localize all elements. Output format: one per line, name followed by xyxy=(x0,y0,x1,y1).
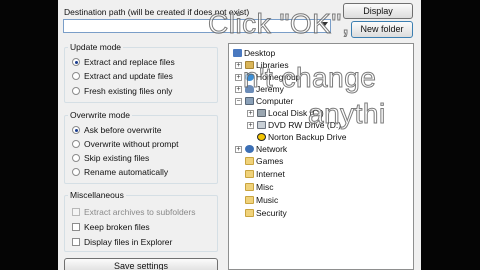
radio-ask-before-overwrite[interactable]: Ask before overwrite xyxy=(72,125,161,136)
update-mode-title: Update mode xyxy=(68,42,124,52)
tree-item-computer[interactable]: Computer xyxy=(245,96,293,107)
checkbox-display-in-explorer[interactable]: Display files in Explorer xyxy=(72,237,172,248)
tree-item-label: Games xyxy=(256,156,284,166)
tree-item-internet[interactable]: Internet xyxy=(245,169,285,180)
library-icon xyxy=(245,61,254,69)
radio-fresh-existing[interactable]: Fresh existing files only xyxy=(72,86,172,97)
expand-icon[interactable]: + xyxy=(247,122,254,129)
miscellaneous-title: Miscellaneous xyxy=(68,190,126,200)
checkbox-icon[interactable] xyxy=(72,223,80,231)
tree-item-local-disk[interactable]: Local Disk (C:) xyxy=(257,108,324,119)
dvd-icon xyxy=(257,121,266,129)
checkbox-label: Extract archives to subfolders xyxy=(84,207,196,217)
tree-item-label: Security xyxy=(256,208,287,218)
checkbox-icon[interactable] xyxy=(72,238,80,246)
radio-label: Skip existing files xyxy=(84,153,150,163)
extraction-dialog: Destination path (will be created if doe… xyxy=(58,0,421,270)
radio-label: Extract and update files xyxy=(84,71,173,81)
tree-item-label: DVD RW Drive (D:) xyxy=(268,120,342,130)
radio-rename-automatically[interactable]: Rename automatically xyxy=(72,167,168,178)
folder-icon xyxy=(245,209,254,217)
tree-item-label: Misc xyxy=(256,182,274,192)
tree-item-label: Computer xyxy=(256,96,294,106)
save-settings-button[interactable]: Save settings xyxy=(64,258,218,270)
radio-icon[interactable] xyxy=(72,87,80,95)
tree-item-label: Homegroup xyxy=(256,72,301,82)
tree-item-misc[interactable]: Misc xyxy=(245,182,273,193)
overwrite-mode-title: Overwrite mode xyxy=(68,110,132,120)
radio-label: Overwrite without prompt xyxy=(84,139,179,149)
checkbox-keep-broken-files[interactable]: Keep broken files xyxy=(72,222,150,233)
radio-selected-icon[interactable] xyxy=(72,126,80,134)
computer-icon xyxy=(245,97,254,105)
radio-skip-existing[interactable]: Skip existing files xyxy=(72,153,149,164)
tree-item-music[interactable]: Music xyxy=(245,195,278,206)
destination-path-label: Destination path (will be created if doe… xyxy=(64,7,250,17)
tree-item-security[interactable]: Security xyxy=(245,208,287,219)
checkbox-label: Keep broken files xyxy=(84,222,150,232)
tree-item-label: Local Disk (C:) xyxy=(268,108,324,118)
tree-item-norton-backup[interactable]: Norton Backup Drive xyxy=(257,132,346,143)
radio-label: Fresh existing files only xyxy=(84,86,173,96)
folder-icon xyxy=(245,183,254,191)
radio-icon[interactable] xyxy=(72,140,80,148)
collapse-icon[interactable]: − xyxy=(235,98,242,105)
expand-icon[interactable]: + xyxy=(235,74,242,81)
checkbox-extract-to-subfolders: Extract archives to subfolders xyxy=(72,207,196,218)
miscellaneous-group: Miscellaneous Extract archives to subfol… xyxy=(64,190,218,252)
tree-item-games[interactable]: Games xyxy=(245,156,283,167)
folder-icon xyxy=(245,157,254,165)
desktop-icon xyxy=(233,49,242,57)
tree-item-label: Network xyxy=(256,144,288,154)
expand-icon[interactable]: + xyxy=(235,86,242,93)
expand-icon[interactable]: + xyxy=(247,110,254,117)
overwrite-mode-group: Overwrite mode Ask before overwrite Over… xyxy=(64,110,218,184)
radio-selected-icon[interactable] xyxy=(72,58,80,66)
tree-item-dvd-drive[interactable]: DVD RW Drive (D:) xyxy=(257,120,341,131)
homegroup-icon xyxy=(245,73,254,81)
expand-icon[interactable]: + xyxy=(235,146,242,153)
update-mode-group: Update mode Extract and replace files Ex… xyxy=(64,42,218,103)
expand-icon[interactable]: + xyxy=(235,62,242,69)
new-folder-button[interactable]: New folder xyxy=(351,21,413,38)
tree-item-desktop[interactable]: Desktop xyxy=(233,48,275,59)
radio-extract-update[interactable]: Extract and update files xyxy=(72,71,173,82)
tree-item-homegroup[interactable]: Homegroup xyxy=(245,72,300,83)
folder-icon xyxy=(245,170,254,178)
tree-item-label: Jeremy xyxy=(256,84,284,94)
tree-item-label: Libraries xyxy=(256,60,289,70)
disk-icon xyxy=(257,109,266,117)
norton-icon xyxy=(257,133,266,141)
checkbox-icon xyxy=(72,208,80,216)
radio-extract-replace[interactable]: Extract and replace files xyxy=(72,57,175,68)
user-icon xyxy=(245,85,254,93)
dropdown-arrow-icon[interactable] xyxy=(322,22,328,26)
checkbox-label: Display files in Explorer xyxy=(84,237,173,247)
destination-path-input[interactable] xyxy=(63,19,331,33)
folder-tree[interactable]: Desktop + Libraries + Homegroup + Jeremy… xyxy=(228,43,414,270)
tree-item-libraries[interactable]: Libraries xyxy=(245,60,289,71)
radio-icon[interactable] xyxy=(72,154,80,162)
tree-item-label: Music xyxy=(256,195,279,205)
display-button[interactable]: Display xyxy=(343,3,413,19)
tree-item-label: Desktop xyxy=(244,48,276,58)
tree-item-label: Internet xyxy=(256,169,285,179)
tree-item-label: Norton Backup Drive xyxy=(268,132,347,142)
radio-icon[interactable] xyxy=(72,168,80,176)
radio-label: Rename automatically xyxy=(84,167,169,177)
right-black-bar xyxy=(421,0,480,270)
radio-icon[interactable] xyxy=(72,72,80,80)
tree-item-jeremy[interactable]: Jeremy xyxy=(245,84,284,95)
folder-icon xyxy=(245,196,254,204)
radio-label: Ask before overwrite xyxy=(84,125,162,135)
radio-overwrite-without-prompt[interactable]: Overwrite without prompt xyxy=(72,139,178,150)
left-black-bar xyxy=(0,0,58,270)
network-icon xyxy=(245,145,254,153)
tree-item-network[interactable]: Network xyxy=(245,144,287,155)
radio-label: Extract and replace files xyxy=(84,57,175,67)
